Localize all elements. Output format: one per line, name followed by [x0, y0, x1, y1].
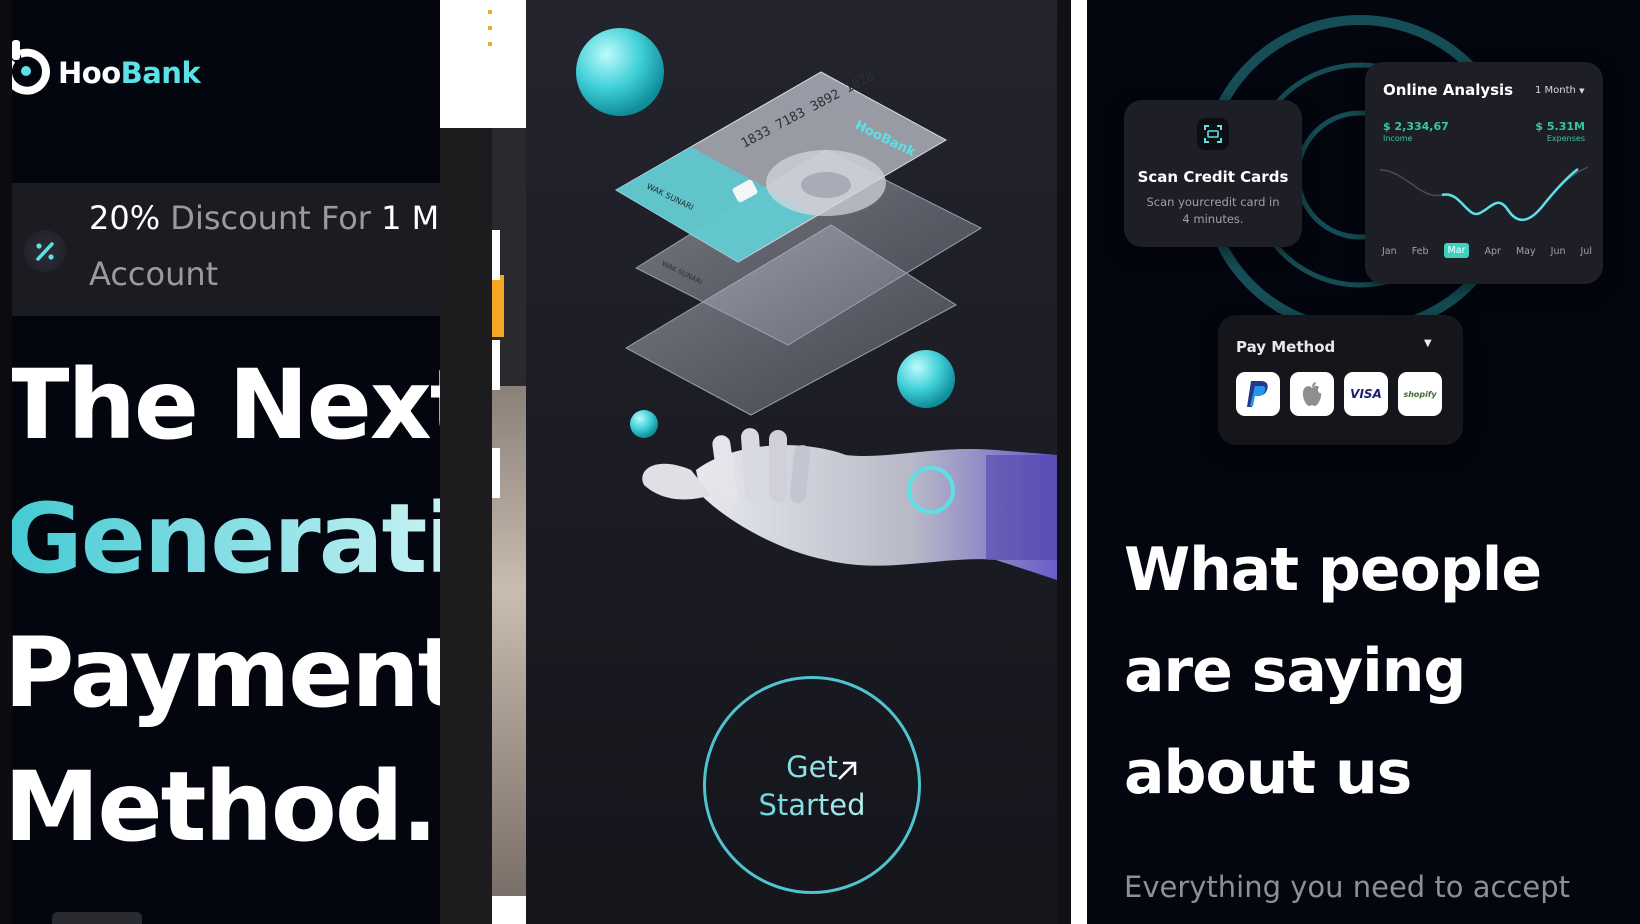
- logo-hoo: Hoo: [58, 56, 121, 90]
- month-axis: Jan Feb Mar Apr May Jun Jul: [1382, 243, 1592, 258]
- pay-method-title: Pay Method: [1236, 338, 1336, 356]
- strip-tick: [492, 230, 500, 280]
- apple-pay-icon[interactable]: [1290, 372, 1334, 416]
- robot-finger-3: [769, 430, 787, 502]
- scan-icon: [1197, 118, 1229, 150]
- month-label[interactable]: Jan: [1382, 246, 1397, 258]
- scan-card-desc-2: 4 minutes.: [1182, 212, 1244, 226]
- visa-icon[interactable]: VISA: [1344, 372, 1388, 416]
- chart-line-expenses: [1441, 168, 1579, 221]
- testimonials-heading-line-1: What people: [1124, 535, 1542, 605]
- strip-tick: [492, 448, 500, 498]
- month-label[interactable]: Jun: [1551, 246, 1566, 258]
- period-value: 1 Month: [1535, 85, 1576, 96]
- get-started-started: Started: [758, 788, 866, 822]
- expenses-value: $ 5.31M: [1535, 120, 1585, 133]
- get-started-label[interactable]: Get Started: [703, 748, 921, 824]
- month-label[interactable]: Jul: [1581, 246, 1592, 258]
- panel-edge: [0, 0, 12, 924]
- background-app-strip: [440, 0, 526, 924]
- testimonials-heading-line-2: are saying: [1124, 636, 1466, 706]
- arrow-up-right-icon: [835, 754, 859, 792]
- sphere-medium: [897, 350, 955, 408]
- paypal-icon[interactable]: [1236, 372, 1280, 416]
- strip-accent: [492, 275, 504, 337]
- discount-account: Account: [89, 255, 219, 293]
- strip-tick: [492, 340, 500, 390]
- strip-dark-section: [440, 128, 500, 924]
- logo-bank: Bank: [120, 56, 201, 90]
- hero-line-2: Generatio: [12, 491, 440, 587]
- hoobank-hero-panel: HooBank 20% Discount For 1 Mont Account …: [12, 0, 440, 924]
- shopify-icon[interactable]: shopify: [1398, 372, 1442, 416]
- income-label: Income: [1383, 134, 1413, 143]
- discount-percent: 20%: [89, 199, 161, 237]
- hoobank-logo[interactable]: HooBank: [58, 56, 201, 90]
- robot-arm: [986, 455, 1057, 560]
- month-label-selected[interactable]: Mar: [1443, 243, 1470, 258]
- sphere-large: [576, 28, 664, 116]
- analysis-title: Online Analysis: [1383, 81, 1514, 99]
- panel-separator-light: [1071, 8, 1087, 924]
- card-emblem-center: [801, 172, 851, 198]
- scan-card-desc-1: Scan yourcredit card in: [1146, 195, 1280, 209]
- discount-text: 20% Discount For 1 Mont Account: [89, 190, 440, 302]
- testimonials-heading-line-3: about us: [1124, 738, 1412, 808]
- testimonials-subtitle: Everything you need to accept: [1124, 870, 1571, 904]
- strip-top: [492, 0, 526, 128]
- discount-icon: [24, 230, 66, 272]
- scan-card-title: Scan Credit Cards: [1137, 168, 1289, 186]
- hero-line-3: Payment: [12, 617, 440, 729]
- hoobank-logo-icon: [12, 38, 52, 96]
- hero-line-4: Method.: [12, 751, 438, 863]
- month-label[interactable]: Apr: [1485, 246, 1501, 258]
- discount-duration: 1 Mont: [381, 199, 440, 237]
- discount-label: Discount For: [160, 199, 382, 237]
- strip-bottom: [492, 896, 526, 924]
- next-content-hint: [52, 912, 142, 924]
- hero-line-1: The Next: [12, 349, 440, 461]
- panel-separator: [1057, 0, 1071, 924]
- period-select[interactable]: 1 Month ▼: [1535, 85, 1584, 96]
- month-label[interactable]: May: [1516, 246, 1536, 258]
- analysis-line-chart: [1380, 166, 1589, 221]
- income-value: $ 2,334,67: [1383, 120, 1449, 133]
- chevron-down-icon: ▼: [1579, 87, 1585, 95]
- month-label[interactable]: Feb: [1412, 246, 1429, 258]
- sphere-small: [630, 410, 658, 438]
- chevron-down-icon[interactable]: ▼: [1424, 338, 1432, 349]
- expenses-label: Expenses: [1546, 134, 1585, 143]
- get-started-get: Get: [786, 750, 838, 784]
